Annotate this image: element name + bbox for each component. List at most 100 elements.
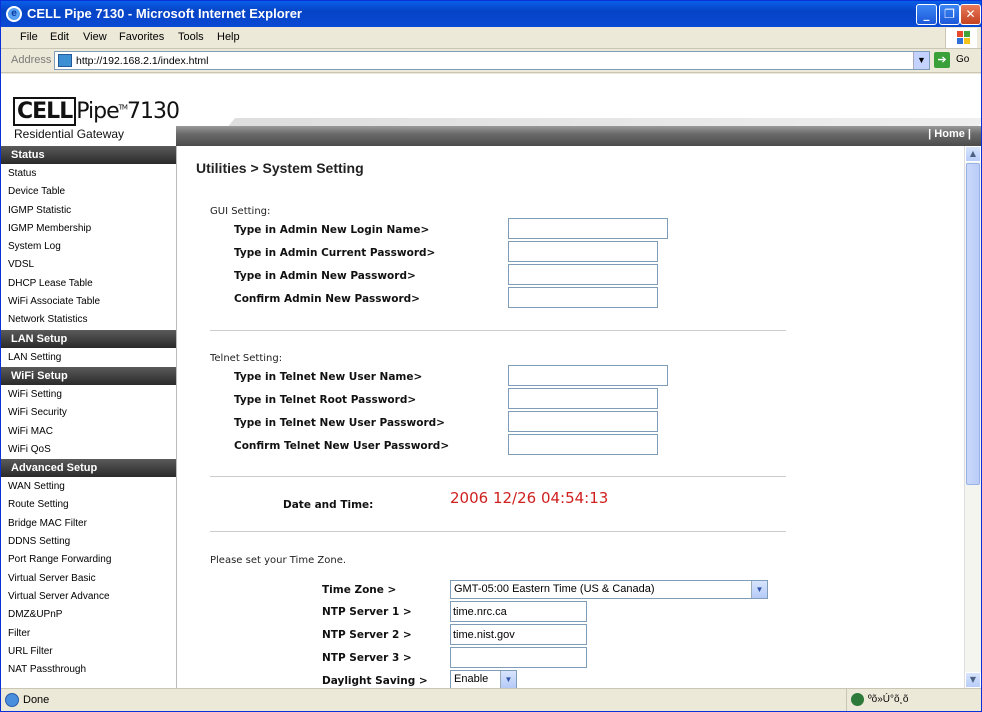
scroll-thumb[interactable] xyxy=(966,163,980,485)
title-bar[interactable]: e CELL Pipe 7130 - Microsoft Internet Ex… xyxy=(1,1,981,27)
date-time-value: 2006 12/26 04:54:13 xyxy=(450,489,609,507)
sidebar-item-igmp-membership[interactable]: IGMP Membership xyxy=(1,220,176,238)
time-zone-value: GMT-05:00 Eastern Time (US & Canada) xyxy=(454,583,655,595)
telnet-user-password-input[interactable] xyxy=(508,411,658,432)
timezone-intro: Please set your Time Zone. xyxy=(210,555,347,566)
close-button[interactable]: ✕ xyxy=(960,4,981,25)
confirm-telnet-password-label: Confirm Telnet New User Password> xyxy=(234,440,450,452)
menu-tools[interactable]: Tools xyxy=(178,31,204,43)
sidebar-item-network-statistics[interactable]: Network Statistics xyxy=(1,311,176,329)
logo-model: 7130 xyxy=(126,99,180,124)
logo-pipe: Pipe xyxy=(76,99,119,124)
ntp-server-3-label: NTP Server 3 > xyxy=(322,652,412,664)
menu-help[interactable]: Help xyxy=(217,31,240,43)
address-label: Address xyxy=(11,54,52,66)
home-link[interactable]: | Home | xyxy=(928,128,971,140)
sidebar-item-wan-setting[interactable]: WAN Setting xyxy=(1,478,176,496)
sidebar-item-status[interactable]: Status xyxy=(1,165,176,183)
ntp-server-2-input[interactable] xyxy=(450,624,587,645)
scroll-down-icon[interactable]: ▼ xyxy=(965,672,981,688)
sidebar-item-wifi-setting[interactable]: WiFi Setting xyxy=(1,386,176,404)
telnet-user-name-label: Type in Telnet New User Name> xyxy=(234,371,423,383)
cellpipe-logo: CELL PipeTM7130 Residential Gateway xyxy=(13,97,180,141)
admin-new-password-label: Type in Admin New Password> xyxy=(234,270,416,282)
telnet-user-name-input[interactable] xyxy=(508,365,668,386)
sidebar-item-wifi-security[interactable]: WiFi Security xyxy=(1,404,176,422)
sidebar-item-bridge-mac-filter[interactable]: Bridge MAC Filter xyxy=(1,515,176,533)
logo-tm: TM xyxy=(118,103,128,112)
globe-icon xyxy=(851,693,864,706)
menu-edit[interactable]: Edit xyxy=(50,31,69,43)
daylight-saving-value: Enable xyxy=(454,673,489,685)
vertical-scrollbar[interactable]: ▲ ▼ xyxy=(964,146,981,688)
confirm-admin-password-label: Confirm Admin New Password> xyxy=(234,293,420,305)
menu-favorites[interactable]: Favorites xyxy=(119,31,164,43)
sidebar-item-route-setting[interactable]: Route Setting xyxy=(1,496,176,514)
sidebar-item-virtual-server-advance[interactable]: Virtual Server Advance xyxy=(1,588,176,606)
scroll-up-icon[interactable]: ▲ xyxy=(965,146,981,162)
go-button[interactable]: Go xyxy=(956,54,969,65)
ntp-server-1-input[interactable] xyxy=(450,601,587,622)
address-url[interactable]: http://192.168.2.1/index.html xyxy=(76,55,209,67)
sidebar-item-wifi-mac[interactable]: WiFi MAC xyxy=(1,423,176,441)
minimize-button[interactable]: _ xyxy=(916,4,937,25)
page-title: Utilities > System Setting xyxy=(196,160,364,176)
sidebar-item-port-range-forwarding[interactable]: Port Range Forwarding xyxy=(1,551,176,569)
zone-label: ºõ»Ú°õ¸õ xyxy=(868,694,909,705)
sidebar-item-igmp-statistic[interactable]: IGMP Statistic xyxy=(1,202,176,220)
ntp-server-1-label: NTP Server 1 > xyxy=(322,606,412,618)
ntp-server-3-input[interactable] xyxy=(450,647,587,668)
telnet-root-password-input[interactable] xyxy=(508,388,658,409)
address-bar: Address http://192.168.2.1/index.html ▼ … xyxy=(1,49,981,73)
sidebar-item-dhcp-lease-table[interactable]: DHCP Lease Table xyxy=(1,275,176,293)
sidebar-section-wifi-setup[interactable]: WiFi Setup xyxy=(1,366,176,386)
sidebar-item-device-table[interactable]: Device Table xyxy=(1,183,176,201)
sidebar-item-url-filter[interactable]: URL Filter xyxy=(1,643,176,661)
sidebar-item-wifi-qos[interactable]: WiFi QoS xyxy=(1,441,176,459)
menu-view[interactable]: View xyxy=(83,31,107,43)
page-icon xyxy=(58,54,72,67)
sidebar: Status Status Device Table IGMP Statisti… xyxy=(1,146,177,688)
daylight-saving-select[interactable]: Enable ▼ xyxy=(450,670,517,688)
telnet-user-password-label: Type in Telnet New User Password> xyxy=(234,417,445,429)
chevron-down-icon[interactable]: ▼ xyxy=(500,671,516,688)
go-arrow-icon[interactable]: ➔ xyxy=(934,52,950,68)
header-bar xyxy=(176,126,981,146)
sidebar-item-system-log[interactable]: System Log xyxy=(1,238,176,256)
sidebar-item-dmz-upnp[interactable]: DMZ&UPnP xyxy=(1,606,176,624)
sidebar-item-nat-passthrough[interactable]: NAT Passthrough xyxy=(1,661,176,679)
sidebar-item-filter[interactable]: Filter xyxy=(1,625,176,643)
time-zone-select[interactable]: GMT-05:00 Eastern Time (US & Canada) ▼ xyxy=(450,580,768,599)
page-done-icon xyxy=(5,693,19,707)
admin-login-name-input[interactable] xyxy=(508,218,668,239)
windows-logo-icon xyxy=(945,28,977,48)
sidebar-item-wifi-associate-table[interactable]: WiFi Associate Table xyxy=(1,293,176,311)
admin-current-password-input[interactable] xyxy=(508,241,658,262)
logo-cell: CELL xyxy=(13,97,77,126)
sidebar-item-ddns-setting[interactable]: DDNS Setting xyxy=(1,533,176,551)
telnet-root-password-label: Type in Telnet Root Password> xyxy=(234,394,417,406)
menu-file[interactable]: File xyxy=(20,31,38,43)
confirm-telnet-password-input[interactable] xyxy=(508,434,658,455)
date-time-label: Date and Time: xyxy=(283,499,374,511)
logo-subtitle: Residential Gateway xyxy=(14,127,125,141)
address-input[interactable]: http://192.168.2.1/index.html ▼ xyxy=(54,51,930,70)
sidebar-item-lan-setting[interactable]: LAN Setting xyxy=(1,349,176,367)
confirm-admin-password-input[interactable] xyxy=(508,287,658,308)
ie-icon: e xyxy=(6,6,22,22)
security-zone: ºõ»Ú°õ¸õ xyxy=(846,689,981,711)
status-bar: Done ºõ»Ú°õ¸õ xyxy=(1,688,981,711)
sidebar-section-lan-setup[interactable]: LAN Setup xyxy=(1,329,176,349)
status-text: Done xyxy=(23,694,50,706)
admin-login-name-label: Type in Admin New Login Name> xyxy=(234,224,430,236)
admin-new-password-input[interactable] xyxy=(508,264,658,285)
menu-bar: File Edit View Favorites Tools Help xyxy=(1,27,981,49)
address-dropdown-icon[interactable]: ▼ xyxy=(913,52,929,69)
chevron-down-icon[interactable]: ▼ xyxy=(751,581,767,598)
sidebar-section-advanced-setup[interactable]: Advanced Setup xyxy=(1,459,176,479)
maximize-button[interactable]: ❐ xyxy=(939,4,960,25)
sidebar-section-status[interactable]: Status xyxy=(1,146,176,165)
sidebar-item-vdsl[interactable]: VDSL xyxy=(1,256,176,274)
sidebar-item-virtual-server-basic[interactable]: Virtual Server Basic xyxy=(1,570,176,588)
window-title: CELL Pipe 7130 - Microsoft Internet Expl… xyxy=(27,6,302,21)
